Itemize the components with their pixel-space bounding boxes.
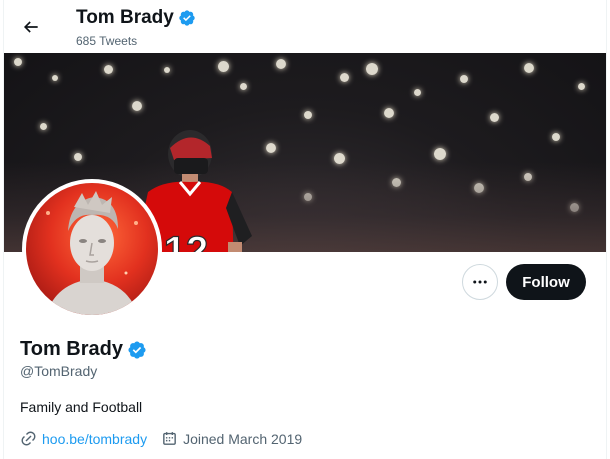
verified-badge-icon — [128, 340, 146, 359]
website-item: hoo.be/tombrady — [20, 430, 147, 447]
website-link[interactable]: hoo.be/tombrady — [42, 431, 147, 447]
header-title: Tom Brady — [76, 7, 196, 29]
header-name: Tom Brady — [76, 7, 174, 28]
avatar-image — [46, 191, 138, 315]
display-name: Tom Brady — [20, 338, 123, 360]
arrow-left-icon — [23, 21, 38, 33]
back-button[interactable] — [14, 10, 48, 44]
avatar[interactable] — [22, 179, 162, 319]
ellipsis-icon — [473, 280, 487, 284]
profile-handle: @TomBrady — [20, 363, 98, 379]
verified-badge-icon — [179, 10, 195, 26]
profile-bio: Family and Football — [20, 399, 143, 415]
calendar-icon — [163, 432, 176, 445]
profile-name: Tom Brady — [20, 338, 147, 361]
profile-meta: hoo.be/tombrady Joined March 2019 — [20, 430, 316, 447]
profile-header: Tom Brady 685 Tweets — [4, 0, 606, 53]
profile-page: Tom Brady 685 Tweets 12 Follow Tom Brady… — [3, 0, 607, 459]
joined-item: Joined March 2019 — [161, 430, 302, 447]
jersey-number: 12 — [164, 229, 209, 252]
joined-date: Joined March 2019 — [183, 430, 303, 447]
tweet-count: 685 Tweets — [76, 34, 138, 48]
more-options-button[interactable] — [462, 264, 498, 300]
follow-button[interactable]: Follow — [506, 264, 586, 300]
link-icon — [21, 431, 36, 446]
